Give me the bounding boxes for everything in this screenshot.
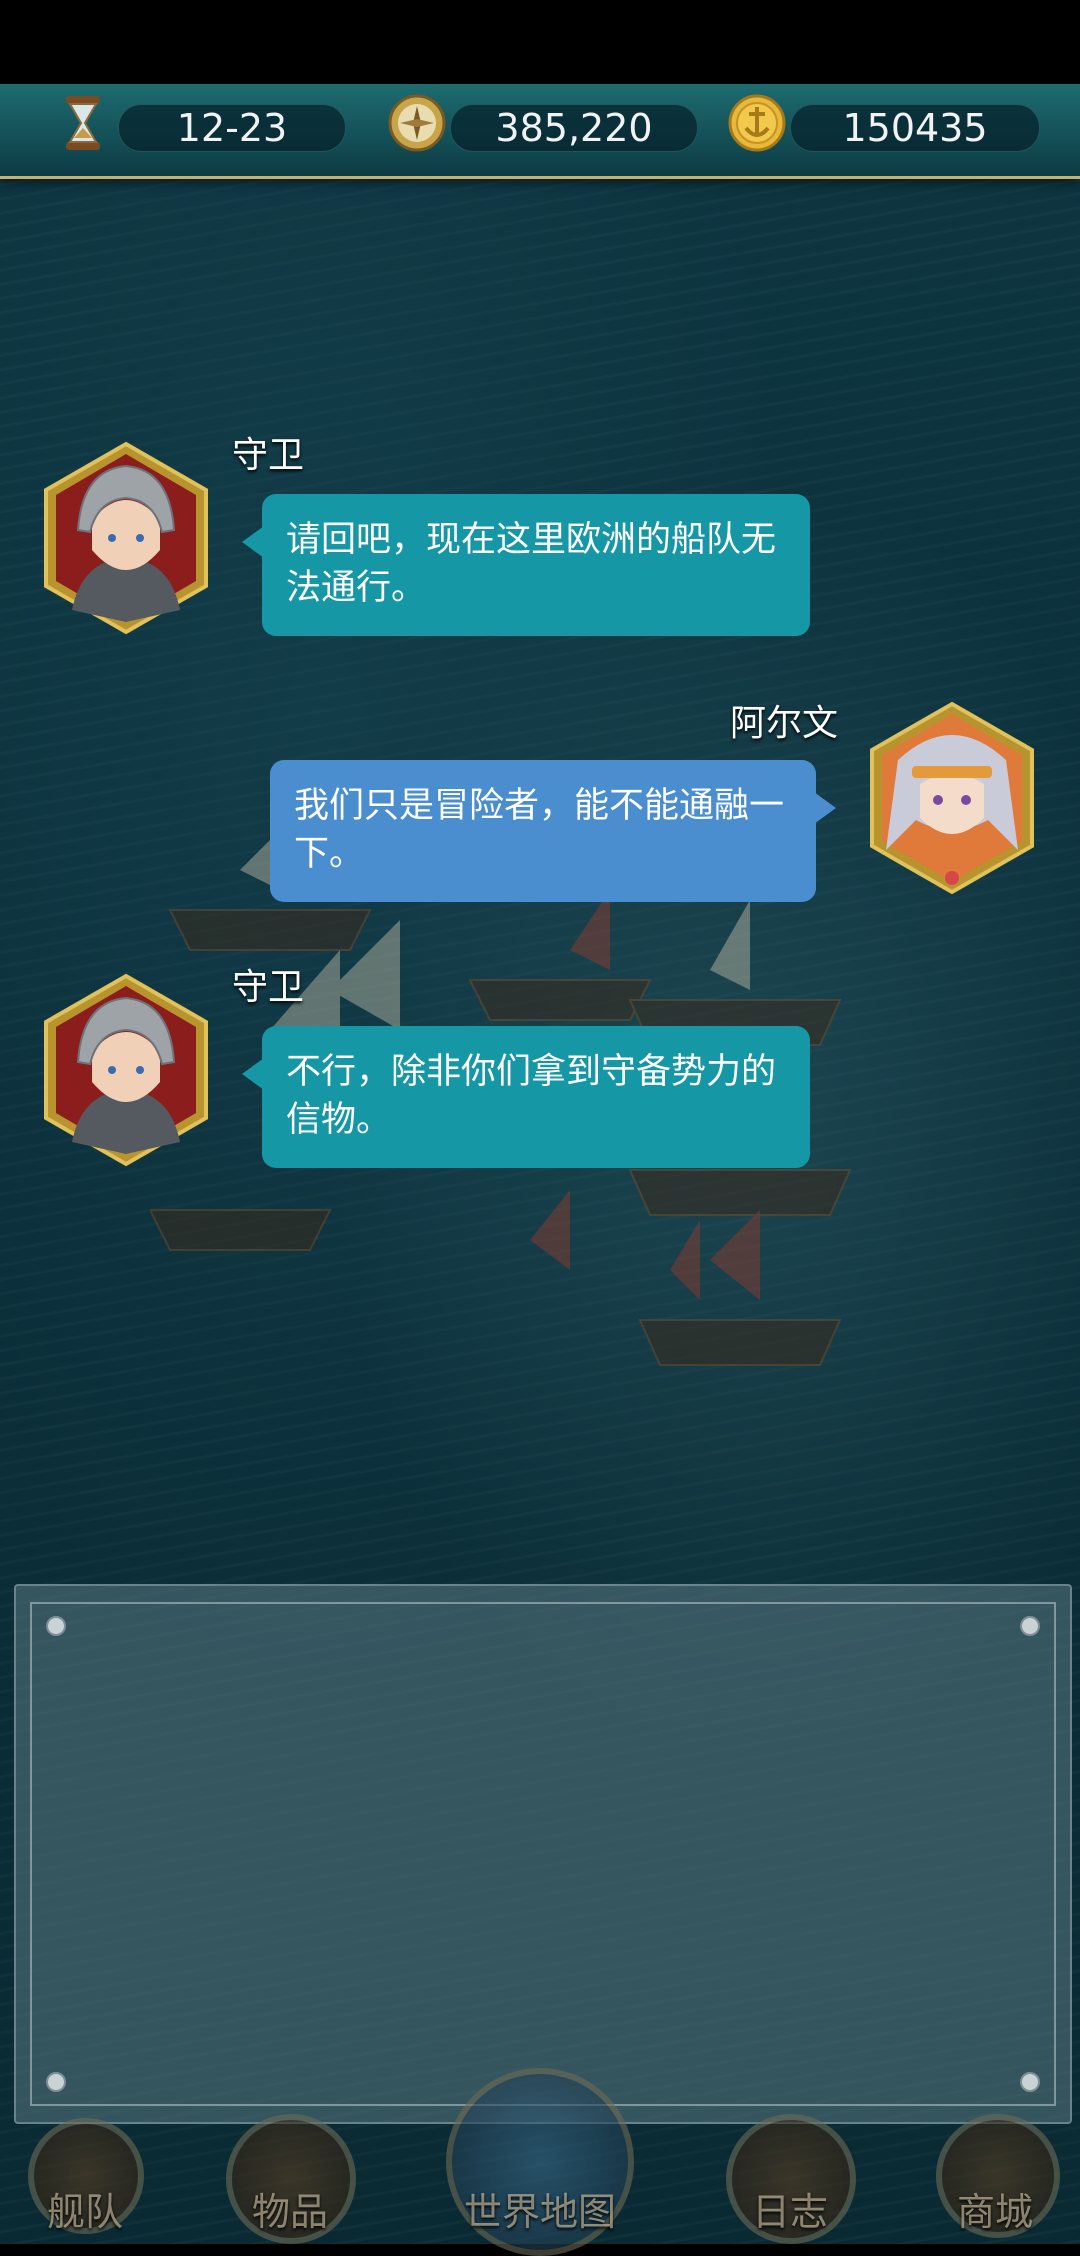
date-display: 12-23 [118, 104, 346, 152]
rivet [1020, 1616, 1040, 1636]
bottom-nav: 舰队 物品 世界地图 日志 商城 [0, 2068, 1080, 2256]
speaker-name: 阿尔文 [730, 703, 839, 744]
dialogue-bubble: 请回吧，现在这里欧洲的船队无法通行。 [262, 494, 810, 636]
compass-value: 385,220 [495, 106, 653, 150]
nav-log-label: 日志 [751, 2190, 828, 2234]
dialogue-bubble: 不行，除非你们拿到守备势力的信物。 [262, 1026, 810, 1168]
compass-resource: 385,220 [450, 104, 698, 152]
nav-items[interactable]: 物品 [210, 2108, 370, 2244]
nav-log[interactable]: 日志 [710, 2108, 870, 2244]
speaker-name: 守卫 [232, 435, 305, 476]
status-bar [0, 0, 1080, 84]
nav-world-map-label: 世界地图 [463, 2190, 616, 2234]
guard-avatar [44, 441, 208, 635]
nav-fleet[interactable]: 舰队 [10, 2108, 160, 2244]
dialogue-text: 不行，除非你们拿到守备势力的信物。 [286, 1052, 777, 1140]
rivet [46, 1616, 66, 1636]
bubble-tail [242, 1058, 264, 1090]
bubble-tail [242, 526, 264, 558]
speaker-name: 守卫 [232, 967, 305, 1008]
compass-icon [388, 94, 446, 152]
anchor-coin-icon [728, 94, 786, 152]
guard-avatar [44, 973, 208, 1167]
dialogue-text: 请回吧，现在这里欧洲的船队无法通行。 [286, 520, 777, 608]
nav-shop[interactable]: 商城 [920, 2108, 1070, 2244]
nav-items-label: 物品 [251, 2190, 328, 2234]
resource-bar: 12-23 385,220 150435 [0, 84, 1080, 179]
rivet [1020, 2072, 1040, 2092]
bubble-tail [814, 792, 836, 824]
rivet [46, 2072, 66, 2092]
nav-fleet-label: 舰队 [46, 2190, 123, 2234]
alvin-avatar [870, 701, 1034, 895]
hourglass-icon [66, 96, 100, 150]
gold-display: 150435 [790, 104, 1040, 152]
message-panel-frame [30, 1602, 1056, 2106]
dialogue-bubble: 我们只是冒险者，能不能通融一下。 [270, 760, 816, 902]
nav-world-map[interactable]: 世界地图 [430, 2068, 650, 2256]
message-panel[interactable] [14, 1584, 1072, 2124]
nav-shop-label: 商城 [956, 2190, 1033, 2234]
gold-value: 150435 [842, 106, 988, 150]
dialogue-text: 我们只是冒险者，能不能通融一下。 [294, 786, 785, 874]
date-value: 12-23 [176, 106, 288, 150]
